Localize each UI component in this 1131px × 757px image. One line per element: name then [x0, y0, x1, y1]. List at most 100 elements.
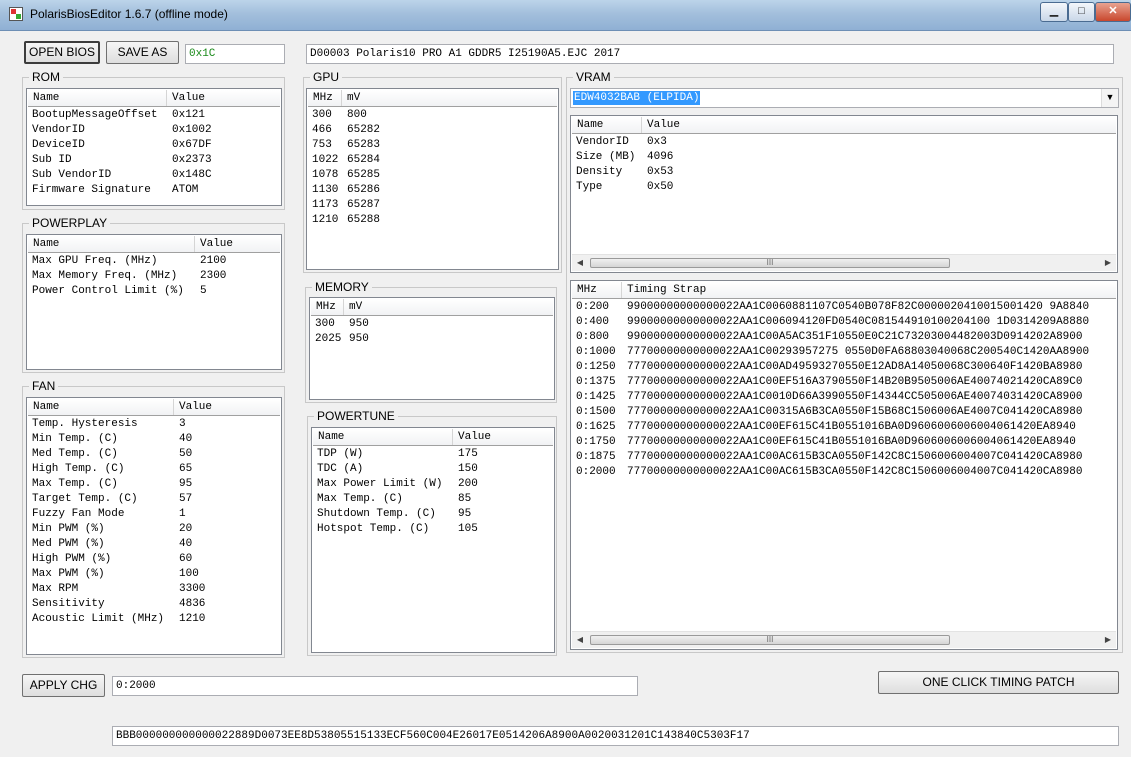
fan-row[interactable]: Fuzzy Fan Mode 1 [28, 507, 280, 522]
timing-row[interactable]: 0:400 99000000000000022AA1C006094120FD054… [572, 315, 1116, 330]
column-header-name[interactable]: Name [28, 236, 195, 252]
column-header-mhz[interactable]: MHz [311, 299, 344, 315]
column-header-value[interactable]: Value [453, 429, 554, 445]
powertune-list[interactable]: Name Value TDP (W) 175 TDC (A) 150 Max Power… [311, 427, 555, 653]
column-header-value[interactable]: Value [167, 90, 281, 106]
powertune-row[interactable]: Hotspot Temp. (C) 105 [313, 522, 553, 537]
memory-row[interactable]: 300 950 [311, 317, 553, 332]
timing-row[interactable]: 0:1625 77700000000000022AA1C00EF615C41B05… [572, 420, 1116, 435]
column-header-name[interactable]: Name [28, 90, 167, 106]
save-as-button[interactable]: SAVE AS [106, 41, 179, 64]
scrollbar-thumb[interactable]: III [590, 258, 950, 268]
column-header-name[interactable]: Name [28, 399, 174, 415]
vram-chip-select[interactable]: EDW4032BAB (ELPIDA) ▼ [570, 88, 1119, 108]
timing-row[interactable]: 0:1425 77700000000000022AA1C0010D66A39905… [572, 390, 1116, 405]
fan-row[interactable]: Sensitivity 4836 [28, 597, 280, 612]
timing-row[interactable]: 0:1000 77700000000000022AA1C00293957275 0… [572, 345, 1116, 360]
gpu-row[interactable]: 466 65282 [308, 123, 557, 138]
timing-strap-list[interactable]: MHz Timing Strap 0:200 99000000000000022A… [570, 280, 1118, 650]
column-header-mhz[interactable]: MHz [308, 90, 342, 106]
fan-row[interactable]: Max RPM 3300 [28, 582, 280, 597]
column-header-value[interactable]: Value [642, 117, 1117, 133]
scrollbar-thumb[interactable]: III [590, 635, 950, 645]
rom-list[interactable]: Name Value BootupMessageOffset 0x121 Vendo… [26, 88, 282, 206]
vram-info-row[interactable]: Size (MB) 4096 [572, 150, 1116, 165]
fan-row[interactable]: Max PWM (%) 100 [28, 567, 280, 582]
fan-row[interactable]: Min Temp. (C) 40 [28, 432, 280, 447]
scroll-left-icon[interactable]: ◀ [572, 632, 588, 648]
vram-info-row[interactable]: Type 0x50 [572, 180, 1116, 195]
maximize-button[interactable]: □ [1068, 2, 1095, 22]
timing-hscrollbar[interactable]: ◀ III ▶ [572, 631, 1116, 648]
fan-row[interactable]: High Temp. (C) 65 [28, 462, 280, 477]
fan-row[interactable]: Temp. Hysteresis 3 [28, 417, 280, 432]
timing-row[interactable]: 0:1250 77700000000000022AA1C00AD495932705… [572, 360, 1116, 375]
memory-row[interactable]: 2025 950 [311, 332, 553, 347]
gpu-row[interactable]: 1078 65285 [308, 168, 557, 183]
rom-row[interactable]: BootupMessageOffset 0x121 [28, 108, 280, 123]
memory-list[interactable]: MHz mV 300 950 2025 950 [309, 297, 555, 400]
scroll-right-icon[interactable]: ▶ [1100, 255, 1116, 271]
column-header-mhz[interactable]: MHz [572, 282, 622, 298]
fan-row[interactable]: Med Temp. (C) 50 [28, 447, 280, 462]
column-header-timing-strap[interactable]: Timing Strap [622, 282, 1117, 298]
strap-value-field[interactable]: BBB000000000000022889D0073EE8D5380551513… [112, 726, 1119, 746]
powertune-row[interactable]: Shutdown Temp. (C) 95 [313, 507, 553, 522]
bios-info-field[interactable]: D00003 Polaris10 PRO A1 GDDR5 I25190A5.E… [306, 44, 1114, 64]
column-header-value[interactable]: Value [174, 399, 281, 415]
one-click-timing-patch-button[interactable]: ONE CLICK TIMING PATCH [878, 671, 1119, 694]
close-button[interactable]: ✕ [1095, 2, 1131, 22]
powertune-row[interactable]: TDC (A) 150 [313, 462, 553, 477]
powertune-row[interactable]: Max Power Limit (W) 200 [313, 477, 553, 492]
column-header-mv[interactable]: mV [342, 90, 558, 106]
timing-row[interactable]: 0:1750 77700000000000022AA1C00EF615C41B05… [572, 435, 1116, 450]
column-header-value[interactable]: Value [195, 236, 281, 252]
timing-row[interactable]: 0:200 99000000000000022AA1C0060881107C054… [572, 300, 1116, 315]
timing-row[interactable]: 0:1875 77700000000000022AA1C00AC615B3CA05… [572, 450, 1116, 465]
vram-info-row[interactable]: VendorID 0x3 [572, 135, 1116, 150]
vram-info-hscrollbar[interactable]: ◀ III ▶ [572, 254, 1116, 271]
fan-row[interactable]: High PWM (%) 60 [28, 552, 280, 567]
vram-info-list[interactable]: Name Value VendorID 0x3 Size (MB) 4096 Densi… [570, 115, 1118, 273]
timing-row[interactable]: 0:1375 77700000000000022AA1C00EF516A37905… [572, 375, 1116, 390]
minimize-button[interactable]: ▁ [1040, 2, 1068, 22]
rom-row[interactable]: Sub VendorID 0x148C [28, 168, 280, 183]
gpu-row[interactable]: 300 800 [308, 108, 557, 123]
powerplay-list[interactable]: Name Value Max GPU Freq. (MHz) 2100 Max Me… [26, 234, 282, 370]
column-header-mv[interactable]: mV [344, 299, 554, 315]
timing-row[interactable]: 0:1500 77700000000000022AA1C00315A6B3CA05… [572, 405, 1116, 420]
powerplay-row[interactable]: Power Control Limit (%) 5 [28, 284, 280, 299]
gpu-row[interactable]: 1022 65284 [308, 153, 557, 168]
rom-row[interactable]: DeviceID 0x67DF [28, 138, 280, 153]
apply-changes-button[interactable]: APPLY CHG [22, 674, 105, 697]
selected-entry-field[interactable]: 0:2000 [112, 676, 638, 696]
fan-row[interactable]: Target Temp. (C) 57 [28, 492, 280, 507]
gpu-row[interactable]: 1173 65287 [308, 198, 557, 213]
scroll-right-icon[interactable]: ▶ [1100, 632, 1116, 648]
timing-row[interactable]: 0:800 99000000000000022AA1C00A5AC351F1055… [572, 330, 1116, 345]
powerplay-row[interactable]: Max GPU Freq. (MHz) 2100 [28, 254, 280, 269]
chevron-down-icon[interactable]: ▼ [1101, 89, 1118, 107]
column-header-name[interactable]: Name [572, 117, 642, 133]
rom-row[interactable]: Sub ID 0x2373 [28, 153, 280, 168]
open-bios-button[interactable]: OPEN BIOS [24, 41, 100, 64]
powerplay-row[interactable]: Max Memory Freq. (MHz) 2300 [28, 269, 280, 284]
rom-row[interactable]: VendorID 0x1002 [28, 123, 280, 138]
gpu-list[interactable]: MHz mV 300 800 466 65282 753 65283 1022 65284 10… [306, 88, 559, 270]
fan-list[interactable]: Name Value Temp. Hysteresis 3 Min Temp. (C… [26, 397, 282, 655]
column-header-name[interactable]: Name [313, 429, 453, 445]
vram-info-row[interactable]: Density 0x53 [572, 165, 1116, 180]
fan-row[interactable]: Med PWM (%) 40 [28, 537, 280, 552]
scroll-left-icon[interactable]: ◀ [572, 255, 588, 271]
gpu-row[interactable]: 1130 65286 [308, 183, 557, 198]
gpu-row[interactable]: 1210 65288 [308, 213, 557, 228]
powertune-row[interactable]: TDP (W) 175 [313, 447, 553, 462]
gpu-row[interactable]: 753 65283 [308, 138, 557, 153]
powertune-row[interactable]: Max Temp. (C) 85 [313, 492, 553, 507]
rom-row[interactable]: Firmware Signature ATOM [28, 183, 280, 198]
fan-row[interactable]: Acoustic Limit (MHz) 1210 [28, 612, 280, 627]
timing-row[interactable]: 0:2000 77700000000000022AA1C00AC615B3CA05… [572, 465, 1116, 480]
checksum-field[interactable]: 0x1C [185, 44, 285, 64]
fan-row[interactable]: Max Temp. (C) 95 [28, 477, 280, 492]
fan-row[interactable]: Min PWM (%) 20 [28, 522, 280, 537]
